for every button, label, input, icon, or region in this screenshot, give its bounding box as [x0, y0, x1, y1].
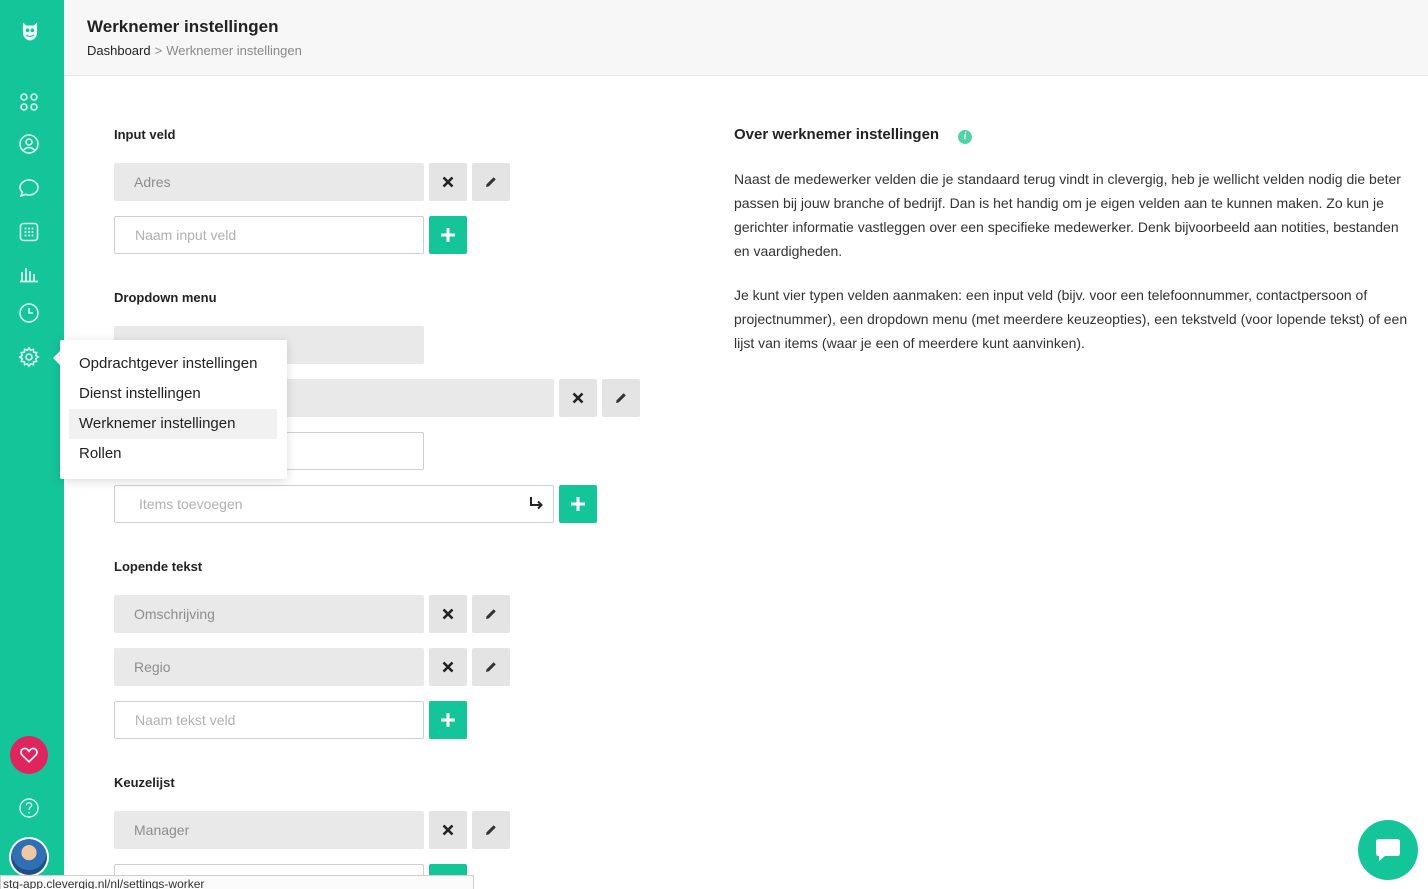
plus-icon — [441, 228, 455, 242]
edit-button[interactable] — [472, 595, 510, 633]
edit-button[interactable] — [472, 811, 510, 849]
close-icon — [572, 392, 584, 404]
chat-bubble-icon — [1376, 839, 1400, 861]
menu-item-dienst-instellingen[interactable]: Dienst instellingen — [69, 379, 277, 409]
add-dropdown-button[interactable] — [559, 485, 597, 523]
custom-field-manager: Manager — [114, 811, 424, 849]
plus-icon — [571, 497, 585, 511]
settings-icon[interactable] — [17, 345, 41, 369]
new-text-field-name[interactable] — [114, 701, 424, 739]
edit-button[interactable] — [472, 163, 510, 201]
pencil-icon — [486, 177, 496, 187]
info-paragraph-1: Naast de medewerker velden die je standa… — [734, 171, 1401, 259]
custom-field-regio: Regio — [114, 648, 424, 686]
section-title-input-veld: Input veld — [114, 127, 176, 142]
pencil-icon — [486, 662, 496, 672]
pencil-icon — [486, 825, 496, 835]
delete-button[interactable] — [429, 163, 467, 201]
calendar-icon[interactable] — [17, 220, 41, 244]
items-add-input[interactable] — [114, 485, 554, 523]
breadcrumb-separator: > — [154, 43, 163, 58]
close-icon — [442, 824, 454, 836]
delete-button[interactable] — [429, 595, 467, 633]
status-bar-url: stg-app.clevergig.nl/nl/settings-worker — [0, 875, 474, 889]
chart-icon[interactable] — [17, 261, 41, 285]
items-input-wrapper — [114, 485, 554, 523]
delete-button[interactable] — [429, 648, 467, 686]
section-title-keuzelijst: Keuzelijst — [114, 775, 175, 790]
help-icon[interactable] — [17, 796, 41, 820]
enter-arrow-icon[interactable] — [528, 495, 544, 511]
info-title: Over werknemer instellingen — [734, 126, 940, 143]
page-header: Werknemer instellingen Dashboard > Werknem… — [64, 0, 1428, 76]
dashboard-icon[interactable] — [17, 90, 41, 114]
logo-icon[interactable] — [16, 17, 44, 45]
breadcrumb-dashboard-link[interactable]: Dashboard — [87, 43, 151, 58]
page-title: Werknemer instellingen — [87, 17, 279, 36]
add-text-field-button[interactable] — [429, 701, 467, 739]
close-icon — [442, 661, 454, 673]
sidebar — [0, 0, 64, 889]
info-icon[interactable]: i — [958, 130, 972, 144]
plus-icon — [441, 713, 455, 727]
pencil-icon — [486, 609, 496, 619]
menu-item-rollen[interactable]: Rollen — [69, 439, 277, 469]
menu-item-werknemer-instellingen[interactable]: Werknemer instellingen — [69, 409, 277, 439]
section-title-dropdown-menu: Dropdown menu — [114, 290, 217, 305]
custom-field-adres: Adres — [114, 163, 424, 201]
clock-icon[interactable] — [17, 301, 41, 325]
close-icon — [442, 176, 454, 188]
section-title-lopende-tekst: Lopende tekst — [114, 559, 203, 574]
edit-button[interactable] — [602, 379, 640, 417]
new-input-field-name[interactable] — [114, 216, 424, 254]
menu-item-opdrachtgever-instellingen[interactable]: Opdrachtgever instellingen — [69, 349, 277, 379]
avatar[interactable] — [9, 837, 49, 877]
pencil-icon — [616, 393, 626, 403]
delete-button[interactable] — [429, 811, 467, 849]
breadcrumb-current: Werknemer instellingen — [166, 43, 302, 58]
close-icon — [442, 608, 454, 620]
heart-icon[interactable] — [10, 736, 48, 774]
chat-icon[interactable] — [17, 176, 41, 200]
add-input-field-button[interactable] — [429, 216, 467, 254]
breadcrumb: Dashboard > Werknemer instellingen — [87, 43, 302, 58]
avatar-image — [11, 839, 47, 875]
custom-field-omschrijving: Omschrijving — [114, 595, 424, 633]
settings-menu: Opdrachtgever instellingen Dienst instel… — [60, 340, 287, 479]
user-icon[interactable] — [17, 132, 41, 156]
edit-button[interactable] — [472, 648, 510, 686]
chat-widget-button[interactable] — [1358, 820, 1418, 880]
delete-button[interactable] — [559, 379, 597, 417]
info-paragraph-2: Je kunt vier typen velden aanmaken: een … — [734, 287, 1408, 351]
